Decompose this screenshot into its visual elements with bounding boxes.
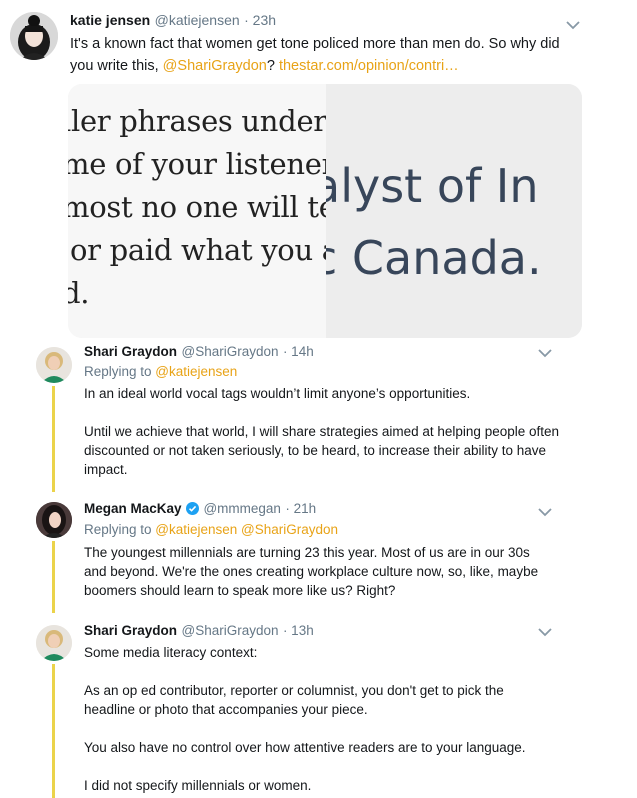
thread-line <box>52 664 55 798</box>
woman-portrait-avatar <box>36 625 72 661</box>
reply-mention-link[interactable]: @katiejensen @ShariGraydon <box>155 522 338 537</box>
tweet-time[interactable]: · 14h <box>283 344 314 359</box>
avatar-megan-mackay[interactable] <box>36 502 72 538</box>
author-handle[interactable]: @ShariGraydon <box>181 623 278 638</box>
tweet-header: Shari Graydon @ShariGraydon · 13h <box>84 622 314 640</box>
tweet-time[interactable]: · 13h <box>283 623 314 638</box>
thread-line <box>52 386 55 492</box>
verified-badge-icon <box>186 502 199 515</box>
author-name[interactable]: Shari Graydon <box>84 623 177 638</box>
replying-to: Replying to @katiejensen <box>84 364 238 379</box>
tweet-text: The youngest millennials are turning 23 … <box>84 545 539 598</box>
author-name[interactable]: Shari Graydon <box>84 344 177 359</box>
author-name[interactable]: Megan MacKay <box>84 501 182 516</box>
reply-mention-link[interactable]: @katiejensen <box>155 364 237 379</box>
article-link[interactable]: thestar.com/opinion/contri… <box>279 58 459 74</box>
tweet-text: In an ideal world vocal tags wouldn’t li… <box>84 386 560 477</box>
tweet-header: katie jensen @katiejensen · 23h <box>70 12 276 30</box>
tweet-time[interactable]: · 23h <box>244 12 276 28</box>
woman-portrait-avatar <box>36 502 72 538</box>
media-left-panel: ller phrases underm me of your listeners… <box>68 84 326 338</box>
woman-portrait-avatar <box>36 347 72 383</box>
media-text-line: or paid what you as <box>70 233 326 267</box>
media-text-line: me of your listeners <box>68 147 326 181</box>
media-text-line: alyst of In <box>326 159 539 213</box>
chevron-down-icon[interactable] <box>538 349 552 358</box>
author-name[interactable]: katie jensen <box>70 12 150 28</box>
media-text-line: c Canada. <box>326 231 542 285</box>
thread-line <box>52 541 55 613</box>
tweet-text: Some media literacy context: As an op ed… <box>84 645 526 793</box>
replying-to: Replying to @katiejensen @ShariGraydon <box>84 522 339 537</box>
chevron-down-icon[interactable] <box>566 21 580 30</box>
author-handle[interactable]: @katiejensen <box>155 12 240 28</box>
chevron-down-icon[interactable] <box>538 508 552 517</box>
media-right-panel: alyst of In c Canada. <box>326 84 582 338</box>
tweet-text: It's a known fact that women get tone po… <box>70 36 560 74</box>
avatar-shari-graydon[interactable] <box>36 625 72 661</box>
media-text-line: most no one will tel <box>68 190 326 224</box>
tweet-header: Megan MacKay @mmmegan · 21h <box>84 500 316 518</box>
author-handle[interactable]: @ShariGraydon <box>181 344 278 359</box>
media-text-line: d. <box>68 276 90 310</box>
woman-portrait-avatar <box>10 12 58 60</box>
mention-link[interactable]: @ShariGraydon <box>163 58 267 74</box>
avatar-katie-jensen[interactable] <box>10 12 58 60</box>
tweet-time[interactable]: · 21h <box>285 501 316 516</box>
media-text-line: ller phrases underm <box>68 104 326 138</box>
tweet-media-image[interactable]: ller phrases underm me of your listeners… <box>68 84 582 338</box>
divider <box>0 335 637 336</box>
author-handle[interactable]: @mmmegan <box>203 501 280 516</box>
tweet-header: Shari Graydon @ShariGraydon · 14h <box>84 343 314 361</box>
avatar-shari-graydon[interactable] <box>36 347 72 383</box>
chevron-down-icon[interactable] <box>538 628 552 637</box>
